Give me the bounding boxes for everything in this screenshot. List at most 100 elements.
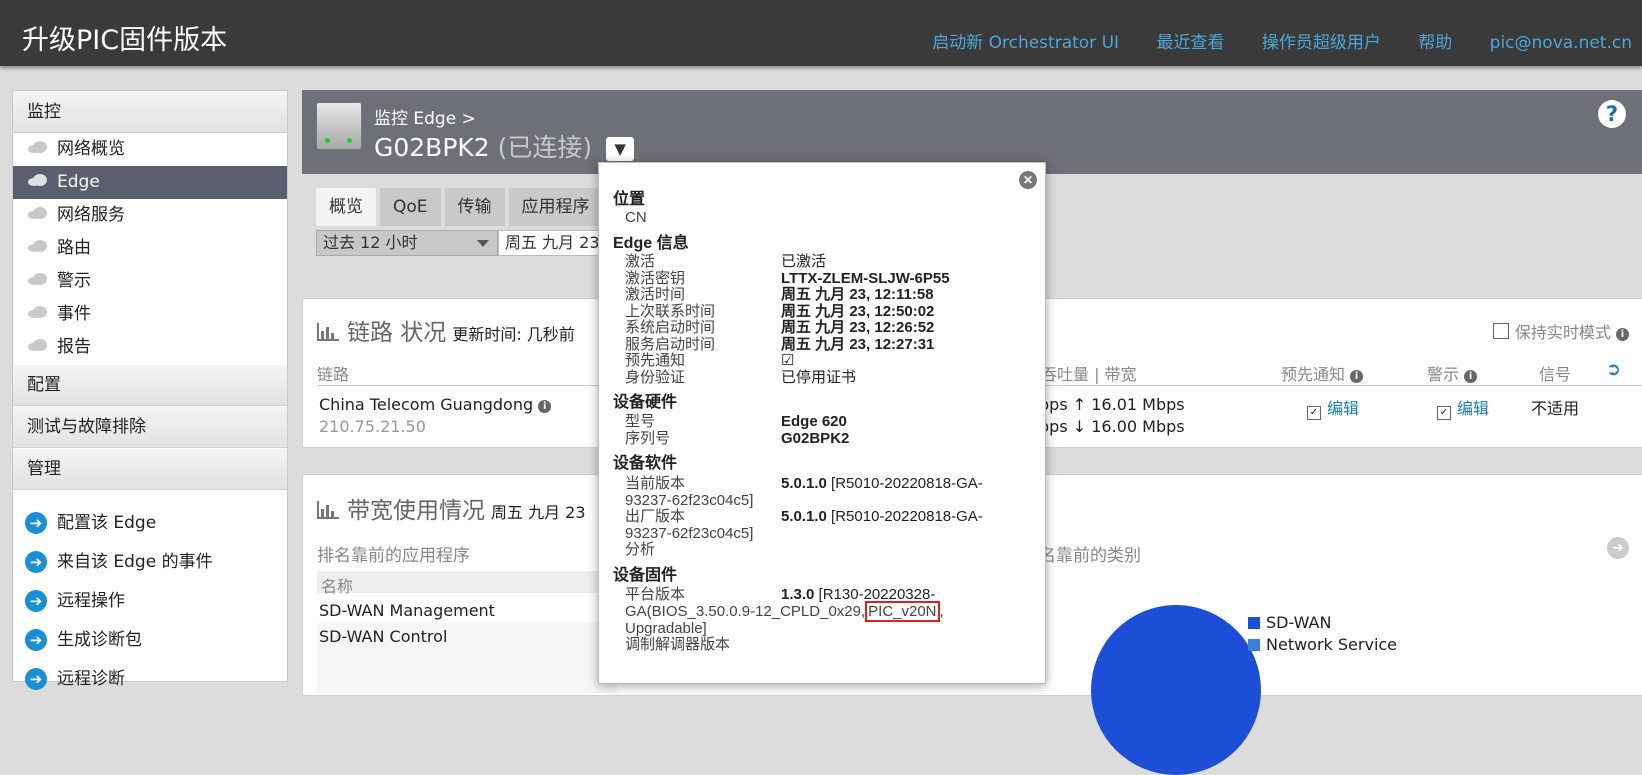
category-pie-chart xyxy=(1091,605,1261,775)
alert-cell: ✓ 编辑 xyxy=(1437,395,1489,420)
sidebar-header-monitor[interactable]: 监控 xyxy=(13,91,287,133)
launch-new-ui-link[interactable]: 启动新 Orchestrator UI xyxy=(932,33,1119,53)
label-serial: 序列号 xyxy=(625,429,671,447)
sidebar-header-test-troubleshoot[interactable]: 测试与故障排除 xyxy=(13,406,287,448)
tab-applications[interactable]: 应用程序 xyxy=(508,188,603,226)
realtime-toggle[interactable]: 保持实时模式 i xyxy=(1492,319,1629,343)
help-link[interactable]: 帮助 xyxy=(1418,33,1452,53)
value-service-up: 周五 九月 23, 12:27:31 xyxy=(781,335,935,353)
link-name: China Telecom Guangdong i xyxy=(319,395,552,414)
time-range-select[interactable]: 过去 12 小时 xyxy=(316,230,498,256)
bandwidth-date: 周五 九月 23 xyxy=(491,503,586,522)
label-factory-version: 出厂版本 xyxy=(625,508,686,525)
arrow-circle-right-icon[interactable]: ➲ xyxy=(1606,359,1621,380)
sidebar-item-reports[interactable]: 报告 xyxy=(13,331,287,364)
factory-version-number: 5.0.1.0 xyxy=(781,508,827,525)
action-diagnostic-bundle[interactable]: ➔ 生成诊断包 xyxy=(13,621,287,660)
info-icon: i xyxy=(1464,370,1478,383)
factory-version-build: [R5010-20220818-GA- xyxy=(831,508,983,525)
sidebar-item-label: 报告 xyxy=(57,337,91,357)
label-activation-key: 激活密钥 xyxy=(625,269,686,287)
check-icon: ✓ xyxy=(1437,406,1451,420)
panel-title: 链路 状况 更新时间: 几秒前 xyxy=(317,313,575,347)
page-title: G02BPK2 (已连接) ▼ xyxy=(374,128,635,164)
sidebar-item-routing[interactable]: 路由 xyxy=(13,232,287,265)
bar-chart-icon xyxy=(317,501,339,519)
arrow-right-icon: ➔ xyxy=(25,629,47,651)
sidebar-item-events[interactable]: 事件 xyxy=(13,298,287,331)
action-configure-edge[interactable]: ➔ 配置该 Edge xyxy=(13,504,287,543)
tab-qoe[interactable]: QoE xyxy=(380,188,441,226)
user-account-link[interactable]: pic@nova.net.cn xyxy=(1490,33,1632,53)
arrow-up-icon: ↑ xyxy=(1072,395,1087,414)
action-remote-diagnostics[interactable]: ➔ 远程诊断 xyxy=(13,660,287,699)
edge-info-popover: ✕ 位置 CN Edge 信息 激活 已激活 激活密钥 LTTX-ZLEM-SL… xyxy=(598,162,1046,684)
value-auth: 已停用证书 xyxy=(781,368,857,386)
operator-superuser-link[interactable]: 操作员超级用户 xyxy=(1262,33,1381,53)
info-icon: i xyxy=(1616,328,1629,341)
legend-swatch xyxy=(1248,639,1260,651)
col-alert-label: 警示 xyxy=(1427,365,1460,384)
col-throughput: 吞吐量 | 带宽 xyxy=(1041,365,1137,384)
factory-version-cont: 93237-62f23c04c5] xyxy=(625,524,754,542)
value-factory-version: 5.0.1.0 [R5010-20220818-GA- xyxy=(781,509,983,525)
label-activation: 激活 xyxy=(625,253,656,270)
recently-viewed-link[interactable]: 最近查看 xyxy=(1156,33,1224,53)
action-edge-events[interactable]: ➔ 来自该 Edge 的事件 xyxy=(13,543,287,582)
sidebar: 监控 网络概览 Edge 网络服务 路由 警示 事件 报告 配置 测试与故障排除… xyxy=(12,90,288,690)
tab-transport[interactable]: 传输 xyxy=(444,188,505,226)
signal-value: 不适用 xyxy=(1531,399,1580,418)
arrow-right-icon: ➔ xyxy=(25,590,47,612)
col-name: 名称 xyxy=(321,577,354,596)
checkbox-icon: ☑ xyxy=(781,352,795,369)
value-activation-key: LTTX-ZLEM-SLJW-6P55 xyxy=(781,269,950,287)
close-icon[interactable]: ✕ xyxy=(1019,171,1037,189)
value-serial: G02BPK2 xyxy=(781,429,850,447)
edit-link[interactable]: 编辑 xyxy=(1327,399,1359,418)
chevron-down-icon: ▼ xyxy=(614,140,626,158)
sidebar-header-administration[interactable]: 管理 xyxy=(13,448,287,490)
top-bar: 升级PIC固件版本 启动新 Orchestrator UI 最近查看 操作员超级… xyxy=(0,0,1642,66)
app-title: 升级PIC固件版本 xyxy=(22,25,228,56)
label-analysis: 分析 xyxy=(625,541,656,558)
action-label: 配置该 Edge xyxy=(57,513,157,533)
bar-chart-icon xyxy=(317,323,339,341)
label-modem-version: 调制解调器版本 xyxy=(625,636,731,653)
sidebar-item-edge[interactable]: Edge xyxy=(13,166,287,199)
label-pre-notify: 预先通知 xyxy=(625,352,686,369)
sidebar-item-network-services[interactable]: 网络服务 xyxy=(13,199,287,232)
preempt-cell: ✓ 编辑 xyxy=(1307,395,1359,420)
action-remote-actions[interactable]: ➔ 远程操作 xyxy=(13,582,287,621)
info-icon: i xyxy=(1350,370,1364,383)
caret-down-icon xyxy=(477,240,489,247)
sidebar-item-label: 事件 xyxy=(57,304,91,324)
led-icon xyxy=(325,138,330,143)
help-icon[interactable]: ? xyxy=(1598,100,1626,128)
edit-link[interactable]: 编辑 xyxy=(1457,399,1489,418)
sidebar-item-alerts[interactable]: 警示 xyxy=(13,265,287,298)
label-model: 型号 xyxy=(625,413,656,430)
sidebar-header-configure[interactable]: 配置 xyxy=(13,364,287,406)
info-icon[interactable]: i xyxy=(538,400,552,413)
link-ip: 210.75.21.50 xyxy=(319,417,426,436)
checkbox[interactable] xyxy=(1492,323,1509,339)
edge-state: (已连接) xyxy=(497,133,593,162)
label-platform-version: 平台版本 xyxy=(625,586,686,603)
download-speed: 16.00 Mbps xyxy=(1091,417,1185,436)
arrow-circle-right-icon[interactable]: ➔ xyxy=(1607,537,1629,559)
cloud-icon xyxy=(28,306,47,318)
link-name-text: China Telecom Guangdong xyxy=(319,395,534,414)
cloud-icon xyxy=(28,240,47,252)
col-signal: 信号 xyxy=(1539,365,1572,384)
sidebar-item-label: 网络概览 xyxy=(57,139,125,159)
sidebar-item-network-overview[interactable]: 网络概览 xyxy=(13,133,287,166)
tab-overview[interactable]: 概览 xyxy=(316,188,376,226)
time-range-value: 过去 12 小时 xyxy=(323,233,418,252)
tab-bar: 概览 QoE 传输 应用程序 xyxy=(316,188,607,226)
value-activation: 已激活 xyxy=(781,253,827,270)
led-icon xyxy=(347,138,352,143)
sidebar-item-label: 路由 xyxy=(57,238,91,258)
edge-dropdown-button[interactable]: ▼ xyxy=(606,137,635,161)
breadcrumb[interactable]: 监控 Edge > xyxy=(374,104,476,129)
cloud-icon xyxy=(28,174,47,186)
